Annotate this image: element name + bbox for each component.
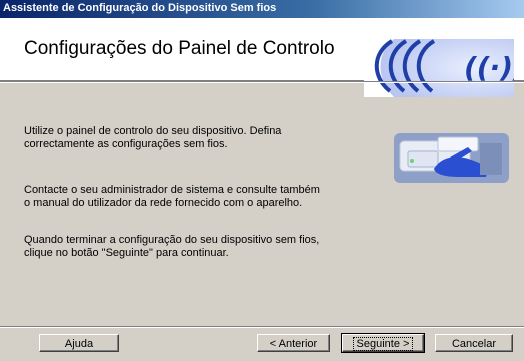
- window-title: Assistente de Configuração do Dispositiv…: [3, 2, 277, 14]
- instruction-paragraph-1: Utilize o painel de controlo do seu disp…: [24, 125, 354, 151]
- text-line: Quando terminar a configuração do seu di…: [24, 234, 320, 246]
- help-button[interactable]: Ajuda: [39, 334, 119, 352]
- title-bar[interactable]: Assistente de Configuração do Dispositiv…: [0, 0, 524, 18]
- wizard-content: Utilize o painel de controlo do seu disp…: [0, 81, 524, 325]
- page-title: Configurações do Painel de Controlo: [24, 38, 335, 59]
- text-line: Utilize o painel de controlo do seu disp…: [24, 125, 282, 137]
- instruction-paragraph-2: Contacte o seu administrador de sistema …: [24, 184, 354, 210]
- wizard-header: Configurações do Painel de Controlo ((·)…: [0, 18, 524, 97]
- wizard-window: Assistente de Configuração do Dispositiv…: [0, 0, 524, 361]
- svg-text:((·)): ((·)): [464, 51, 514, 84]
- text-line: o manual do utilizador da rede fornecido…: [24, 197, 303, 209]
- text-line: clique no botão "Seguinte" para continua…: [24, 247, 229, 259]
- next-button[interactable]: Seguinte >: [341, 333, 425, 353]
- instruction-paragraph-3: Quando terminar a configuração do seu di…: [24, 234, 354, 260]
- footer-separator: [0, 326, 524, 328]
- text-line: correctamente as configurações sem fios.: [24, 138, 228, 150]
- device-control-panel-icon: [394, 133, 509, 183]
- text-line: Contacte o seu administrador de sistema …: [24, 184, 320, 196]
- back-button[interactable]: < Anterior: [257, 334, 330, 352]
- cancel-button[interactable]: Cancelar: [435, 334, 513, 352]
- next-button-label: Seguinte >: [352, 337, 414, 351]
